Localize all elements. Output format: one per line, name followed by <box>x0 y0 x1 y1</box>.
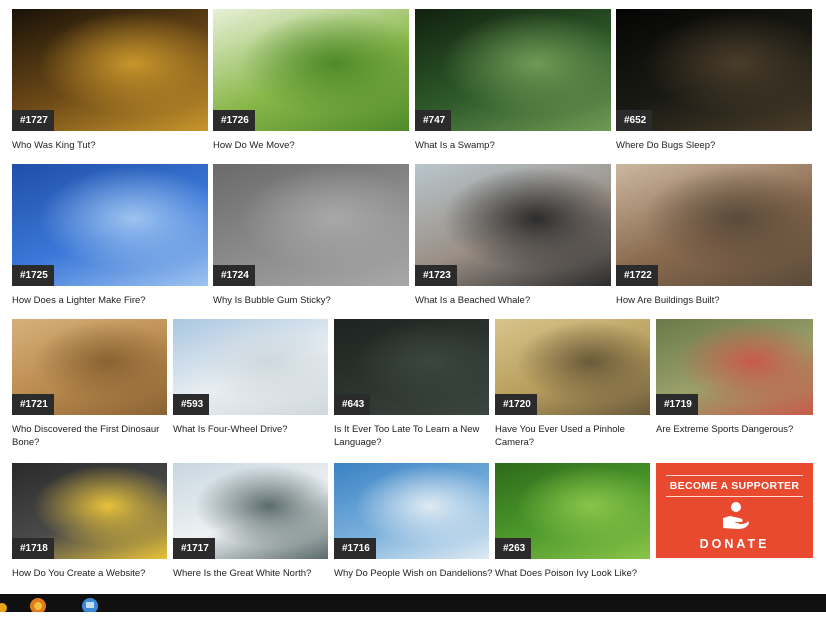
topic-card[interactable]: #1718 How Do You Create a Website? <box>12 463 167 591</box>
topic-card[interactable]: #747 What Is a Swamp? <box>415 9 611 163</box>
topic-thumbnail[interactable]: #1721 <box>12 319 167 415</box>
topic-thumbnail[interactable]: #747 <box>415 9 611 131</box>
topic-number-badge: #1727 <box>12 110 54 131</box>
topic-number-badge: #1720 <box>495 394 537 415</box>
donate-banner[interactable]: BECOME A SUPPORTER DONATE <box>656 463 813 558</box>
topic-thumbnail[interactable]: #263 <box>495 463 650 559</box>
topic-card[interactable]: #263 What Does Poison Ivy Look Like? <box>495 463 650 591</box>
topic-number-badge: #1721 <box>12 394 54 415</box>
topic-thumbnail[interactable]: #1720 <box>495 319 650 415</box>
topic-thumbnail[interactable]: #1726 <box>213 9 409 131</box>
topic-card[interactable]: #1724 Why Is Bubble Gum Sticky? <box>213 164 409 318</box>
topic-number-badge: #747 <box>415 110 452 131</box>
taskbar <box>0 594 826 614</box>
topic-thumbnail[interactable]: #593 <box>173 319 328 415</box>
donation-hand-icon <box>720 500 750 537</box>
topic-card[interactable]: #1726 How Do We Move? <box>213 9 409 163</box>
topic-number-badge: #1716 <box>334 538 376 559</box>
topic-card[interactable]: #1723 What Is a Beached Whale? <box>415 164 611 318</box>
topic-card[interactable]: #1727 Who Was King Tut? <box>12 9 208 163</box>
topic-thumbnail[interactable]: #1723 <box>415 164 611 286</box>
topic-card[interactable]: #1721 Who Discovered the First Dinosaur B… <box>12 319 167 448</box>
topic-title[interactable]: Is It Ever Too Late To Learn a New Langu… <box>334 423 493 449</box>
topic-title[interactable]: Who Was King Tut? <box>12 139 212 152</box>
topic-number-badge: #643 <box>334 394 371 415</box>
app-icon[interactable] <box>82 598 98 614</box>
topic-title[interactable]: How Are Buildings Built? <box>616 294 816 307</box>
topic-title[interactable]: Are Extreme Sports Dangerous? <box>656 423 817 436</box>
topic-number-badge: #652 <box>616 110 653 131</box>
topic-card[interactable]: #1725 How Does a Lighter Make Fire? <box>12 164 208 318</box>
browser-icon[interactable] <box>30 598 46 614</box>
topic-title[interactable]: Why Is Bubble Gum Sticky? <box>213 294 413 307</box>
partial-icon[interactable] <box>0 603 7 613</box>
topic-card[interactable]: #1720 Have You Ever Used a Pinhole Camera… <box>495 319 650 448</box>
topic-thumbnail[interactable]: #1722 <box>616 164 812 286</box>
topic-number-badge: #1719 <box>656 394 698 415</box>
topic-title[interactable]: Who Discovered the First Dinosaur Bone? <box>12 423 171 449</box>
topic-thumbnail[interactable]: #1716 <box>334 463 489 559</box>
topic-number-badge: #263 <box>495 538 532 559</box>
topic-title[interactable]: What Does Poison Ivy Look Like? <box>495 567 654 580</box>
topic-card[interactable]: #1717 Where Is the Great White North? <box>173 463 328 591</box>
donate-button[interactable]: DONATE <box>656 537 813 551</box>
topic-card[interactable]: #1716 Why Do People Wish on Dandelions? <box>334 463 492 591</box>
topic-card[interactable]: #643 Is It Ever Too Late To Learn a New L… <box>334 319 489 448</box>
topic-title[interactable]: Where Is the Great White North? <box>173 567 332 580</box>
topic-title[interactable]: What Is a Beached Whale? <box>415 294 615 307</box>
topic-number-badge: #1718 <box>12 538 54 559</box>
topic-thumbnail[interactable]: #1717 <box>173 463 328 559</box>
topic-title[interactable]: What Is a Swamp? <box>415 139 615 152</box>
topic-number-badge: #1723 <box>415 265 457 286</box>
topic-card[interactable]: #1722 How Are Buildings Built? <box>616 164 812 318</box>
topic-number-badge: #593 <box>173 394 210 415</box>
topic-number-badge: #1722 <box>616 265 658 286</box>
topic-title[interactable]: Have You Ever Used a Pinhole Camera? <box>495 423 654 449</box>
topic-thumbnail[interactable]: #1725 <box>12 164 208 286</box>
topic-number-badge: #1725 <box>12 265 54 286</box>
topic-thumbnail[interactable]: #1719 <box>656 319 813 415</box>
topic-title[interactable]: How Do You Create a Website? <box>12 567 171 580</box>
topic-thumbnail[interactable]: #643 <box>334 319 489 415</box>
topic-title[interactable]: How Does a Lighter Make Fire? <box>12 294 212 307</box>
supporter-heading: BECOME A SUPPORTER <box>666 475 803 497</box>
topic-number-badge: #1726 <box>213 110 255 131</box>
topic-thumbnail[interactable]: #1724 <box>213 164 409 286</box>
topic-card[interactable]: #1719 Are Extreme Sports Dangerous? <box>656 319 813 447</box>
topic-title[interactable]: Where Do Bugs Sleep? <box>616 139 816 152</box>
topic-thumbnail[interactable]: #652 <box>616 9 812 131</box>
topic-title[interactable]: How Do We Move? <box>213 139 413 152</box>
topic-card[interactable]: #652 Where Do Bugs Sleep? <box>616 9 812 163</box>
topic-number-badge: #1717 <box>173 538 215 559</box>
topic-thumbnail[interactable]: #1718 <box>12 463 167 559</box>
topic-thumbnail[interactable]: #1727 <box>12 9 208 131</box>
topic-title[interactable]: Why Do People Wish on Dandelions? <box>334 567 493 580</box>
topic-number-badge: #1724 <box>213 265 255 286</box>
topic-card[interactable]: #593 What Is Four-Wheel Drive? <box>173 319 328 447</box>
topic-title[interactable]: What Is Four-Wheel Drive? <box>173 423 332 436</box>
